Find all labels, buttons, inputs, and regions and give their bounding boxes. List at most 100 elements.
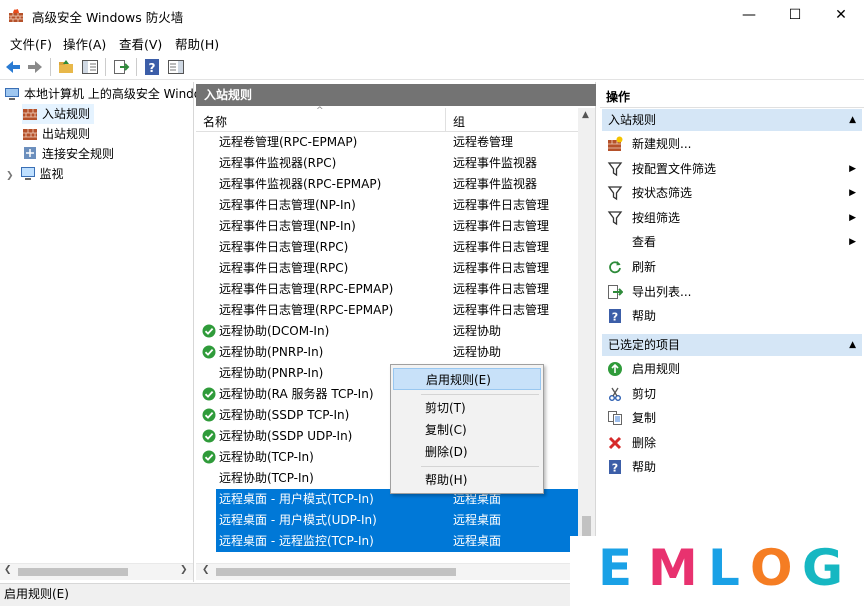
up-folder-icon[interactable]: [57, 58, 75, 76]
scroll-up-icon[interactable]: ▲: [582, 110, 589, 120]
menu-help[interactable]: 帮助(H): [175, 34, 219, 53]
rule-group: 远程桌面: [453, 534, 502, 548]
back-icon[interactable]: [4, 58, 22, 76]
toolbar-separator: [136, 58, 137, 76]
toolbar: ?: [0, 54, 864, 80]
column-group[interactable]: 组: [453, 113, 465, 130]
action-item[interactable]: 新建规则...: [602, 132, 862, 156]
action-item[interactable]: ? 帮助: [602, 304, 862, 328]
collapse-icon[interactable]: ▲: [849, 334, 856, 356]
action-item[interactable]: 复制: [602, 406, 862, 430]
rule-row[interactable]: 远程协助(PNRP-In) 远程协助: [196, 342, 578, 363]
scroll-thumb[interactable]: [18, 568, 128, 576]
action-item[interactable]: 刷新: [602, 255, 862, 279]
forward-icon[interactable]: [26, 58, 44, 76]
show-action-pane-icon[interactable]: [167, 58, 185, 76]
action-label: 查看: [632, 235, 657, 250]
tree-item-inbound[interactable]: 入站规则: [22, 104, 95, 124]
action-item[interactable]: 导出列表...: [602, 280, 862, 304]
rule-group: 远程卷管理: [453, 135, 514, 149]
rule-group: 远程事件日志管理: [453, 219, 550, 233]
action-item[interactable]: 删除: [602, 431, 862, 455]
toolbar-separator: [105, 58, 106, 76]
rule-name: 远程卷管理(RPC-EPMAP): [219, 135, 358, 149]
tree-item-monitor[interactable]: ❯ 监视: [6, 164, 64, 184]
title-bar: 高级安全 Windows 防火墙 — ☐ ✕: [0, 0, 864, 30]
menu-action[interactable]: 操作(A): [63, 34, 106, 53]
rule-row[interactable]: 远程卷管理(RPC-EPMAP) 远程卷管理: [196, 132, 578, 153]
collapse-icon[interactable]: ▲: [849, 109, 856, 131]
rule-group: 远程事件日志管理: [453, 303, 550, 317]
action-item[interactable]: 按状态筛选 ▶: [602, 181, 862, 205]
rule-row[interactable]: 远程事件日志管理(RPC-EPMAP) 远程事件日志管理: [196, 279, 578, 300]
rule-row[interactable]: 远程桌面 - 用户模式(UDP-In) 远程桌面: [196, 510, 578, 531]
column-divider[interactable]: [445, 108, 446, 132]
ctx-cut[interactable]: 剪切(T): [393, 397, 541, 419]
section-selected-items[interactable]: 已选定的项目 ▲: [602, 334, 862, 356]
firewall-icon: [9, 9, 23, 22]
rule-name: 远程协助(TCP-In): [219, 471, 314, 485]
action-label: 按状态筛选: [632, 186, 693, 201]
scroll-thumb[interactable]: [216, 568, 456, 576]
rule-row[interactable]: 远程桌面 - 远程监控(TCP-In) 远程桌面: [196, 531, 578, 552]
rule-row[interactable]: 远程事件监视器(RPC-EPMAP) 远程事件监视器: [196, 174, 578, 195]
ctx-copy[interactable]: 复制(C): [393, 419, 541, 441]
tree-root[interactable]: 本地计算机 上的高级安全 Windows: [4, 84, 217, 104]
rule-name: 远程桌面 - 远程监控(TCP-In): [219, 534, 374, 548]
menu-separator: [421, 466, 539, 467]
ctx-delete[interactable]: 删除(D): [393, 441, 541, 463]
rule-row[interactable]: 远程事件日志管理(NP-In) 远程事件日志管理: [196, 216, 578, 237]
help-icon[interactable]: ?: [143, 58, 161, 76]
action-item[interactable]: 查看 ▶: [602, 230, 862, 254]
scroll-left-icon[interactable]: ❮: [4, 565, 12, 575]
scroll-right-icon[interactable]: ❯: [180, 565, 188, 575]
rule-row[interactable]: 远程事件日志管理(NP-In) 远程事件日志管理: [196, 195, 578, 216]
minimize-button[interactable]: —: [726, 0, 772, 30]
rules-pane: 入站规则 ^ 名称 组 远程卷管理(RPC-EPMAP) 远程卷管理 远程事件监视器…: [196, 82, 596, 582]
close-button[interactable]: ✕: [818, 0, 864, 30]
rule-name: 远程桌面 - 用户模式(TCP-In): [219, 492, 374, 506]
show-hide-tree-icon[interactable]: [81, 58, 99, 76]
list-horizontal-scrollbar[interactable]: ❮: [196, 563, 596, 580]
action-item[interactable]: 启用规则: [602, 357, 862, 381]
rule-row[interactable]: 远程事件日志管理(RPC) 远程事件日志管理: [196, 258, 578, 279]
export-icon[interactable]: [112, 58, 130, 76]
rule-row[interactable]: 远程协助(DCOM-In) 远程协助: [196, 321, 578, 342]
action-item[interactable]: 按配置文件筛选 ▶: [602, 157, 862, 181]
rule-group: 远程事件日志管理: [453, 198, 550, 212]
action-label: 按组筛选: [632, 210, 681, 225]
submenu-arrow-icon: ▶: [849, 212, 856, 223]
enabled-check-icon: [202, 408, 216, 422]
expand-chevron-icon[interactable]: ❯: [6, 171, 14, 181]
rule-group: 远程协助: [453, 345, 502, 359]
rule-group: 远程事件监视器: [453, 156, 538, 170]
column-header: ^ 名称 组: [196, 106, 578, 132]
vertical-scrollbar[interactable]: ▲: [578, 108, 595, 562]
rule-row[interactable]: 远程事件日志管理(RPC) 远程事件日志管理: [196, 237, 578, 258]
help-icon: ?: [609, 309, 621, 324]
filter-icon: [607, 161, 623, 176]
action-item[interactable]: ? 帮助: [602, 455, 862, 479]
copy-icon: [608, 411, 622, 426]
tree-item-connection-security[interactable]: 连接安全规则: [22, 144, 114, 164]
scroll-left-icon[interactable]: ❮: [202, 565, 210, 575]
enabled-check-icon: [202, 324, 216, 338]
rule-group: 远程桌面: [453, 513, 502, 527]
rule-group: 远程事件日志管理: [453, 240, 550, 254]
column-name[interactable]: 名称: [203, 113, 227, 130]
export-icon: [608, 284, 623, 299]
menu-view[interactable]: 查看(V): [119, 34, 162, 53]
action-item[interactable]: 按组筛选 ▶: [602, 206, 862, 230]
ctx-help[interactable]: 帮助(H): [393, 469, 541, 491]
tree-item-outbound[interactable]: 出站规则: [22, 124, 90, 144]
maximize-button[interactable]: ☐: [772, 0, 818, 30]
rule-row[interactable]: 远程事件监视器(RPC) 远程事件监视器: [196, 153, 578, 174]
action-item[interactable]: 剪切: [602, 382, 862, 406]
ctx-enable-rule[interactable]: 启用规则(E): [393, 368, 541, 390]
sort-ascending-icon: ^: [316, 106, 324, 116]
menu-file[interactable]: 文件(F): [10, 34, 52, 53]
tree-horizontal-scrollbar[interactable]: ❮ ❯: [0, 563, 193, 580]
action-label: 启用规则: [632, 362, 681, 376]
rule-row[interactable]: 远程事件日志管理(RPC-EPMAP) 远程事件日志管理: [196, 300, 578, 321]
section-inbound-rules[interactable]: 入站规则 ▲: [602, 109, 862, 131]
